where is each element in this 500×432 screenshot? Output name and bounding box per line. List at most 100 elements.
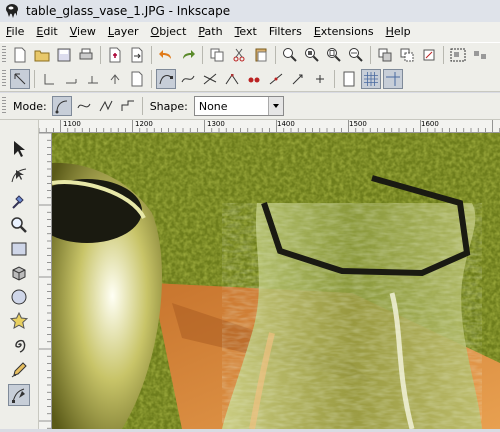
snap-grid-icon[interactable]	[361, 69, 381, 89]
tweak-tool-icon[interactable]	[8, 190, 30, 212]
snap-nodes-icon[interactable]	[156, 69, 176, 89]
toolbox	[0, 120, 39, 429]
snap-paths-icon[interactable]	[178, 69, 198, 89]
menu-help[interactable]: Help	[380, 22, 417, 42]
menu-file[interactable]: File	[0, 22, 30, 42]
group-icon[interactable]	[448, 45, 468, 65]
snap-page-border-icon[interactable]	[127, 69, 147, 89]
node-tool-icon[interactable]	[8, 164, 30, 186]
redo-icon[interactable]	[178, 45, 198, 65]
toolbar-grip[interactable]	[2, 97, 6, 115]
zoom-width-icon[interactable]	[346, 45, 366, 65]
snap-guides-icon[interactable]	[383, 69, 403, 89]
title-bar: table_glass_vase_1.JPG - Inkscape	[0, 0, 500, 22]
bezier-pen-tool-icon[interactable]	[8, 384, 30, 406]
snap-bbox-edge-icon[interactable]	[61, 69, 81, 89]
snap-smooth-nodes-icon[interactable]	[244, 69, 264, 89]
menu-path[interactable]: Path	[192, 22, 228, 42]
import-icon[interactable]	[105, 45, 125, 65]
toolbar-grip[interactable]	[2, 46, 6, 64]
menu-label: elp	[393, 25, 411, 38]
toolbar-separator	[443, 46, 444, 64]
toolbar-separator	[370, 46, 371, 64]
menu-label: ayer	[114, 25, 139, 38]
ruler-label: 1100	[63, 120, 81, 128]
open-folder-icon[interactable]	[32, 45, 52, 65]
snap-bbox-corner-icon[interactable]	[83, 69, 103, 89]
menu-label: dit	[43, 25, 58, 38]
menu-label: xtensions	[320, 25, 374, 38]
snap-path-intersection-icon[interactable]	[200, 69, 220, 89]
menu-view[interactable]: View	[64, 22, 102, 42]
snap-line-midpoints-icon[interactable]	[266, 69, 286, 89]
mode-label: Mode:	[13, 99, 47, 113]
ruler-label: 1300	[207, 120, 225, 128]
shape-select-value: None	[198, 100, 228, 113]
drawing-canvas[interactable]	[52, 133, 500, 429]
zoom-selection-icon[interactable]	[280, 45, 300, 65]
horizontal-ruler[interactable]: 1100 1200 1300 1400 1500 1600	[39, 120, 500, 133]
export-icon[interactable]	[127, 45, 147, 65]
zoom-page-icon[interactable]	[324, 45, 344, 65]
menu-filters[interactable]: Filters	[263, 22, 308, 42]
menu-label: ile	[11, 25, 25, 38]
clone-icon[interactable]	[397, 45, 417, 65]
menu-text[interactable]: Text	[229, 22, 263, 42]
ellipse-tool-icon[interactable]	[8, 286, 30, 308]
snap-cusp-nodes-icon[interactable]	[222, 69, 242, 89]
snap-rotation-center-icon[interactable]	[310, 69, 330, 89]
cut-icon[interactable]	[229, 45, 249, 65]
mode-polyline-icon[interactable]	[96, 96, 116, 116]
mode-paraxial-icon[interactable]	[118, 96, 138, 116]
toolbar-separator	[34, 70, 35, 88]
new-document-icon[interactable]	[10, 45, 30, 65]
zoom-tool-icon[interactable]	[8, 214, 30, 236]
snap-object-midpoints-icon[interactable]	[288, 69, 308, 89]
mode-spiro-icon[interactable]	[74, 96, 94, 116]
unlink-clone-icon[interactable]	[419, 45, 439, 65]
undo-icon[interactable]	[156, 45, 176, 65]
3d-box-tool-icon[interactable]	[8, 262, 30, 284]
menu-accelerator: V	[69, 25, 78, 38]
spiral-tool-icon[interactable]	[8, 334, 30, 356]
ruler-label: 1500	[349, 120, 367, 128]
selector-tool-icon[interactable]	[8, 138, 30, 160]
star-tool-icon[interactable]	[8, 310, 30, 332]
print-icon[interactable]	[76, 45, 96, 65]
toolbar-separator	[100, 46, 101, 64]
toolbar-separator	[151, 46, 152, 64]
shape-label: Shape:	[149, 99, 188, 113]
copy-icon[interactable]	[207, 45, 227, 65]
menu-label: iew	[77, 25, 96, 38]
menu-label: ath	[204, 25, 223, 38]
mode-bezier-icon[interactable]	[51, 96, 72, 116]
window-title: table_glass_vase_1.JPG - Inkscape	[26, 4, 231, 18]
pencil-tool-icon[interactable]	[8, 358, 30, 380]
photo-image	[52, 133, 500, 429]
zoom-drawing-icon[interactable]	[302, 45, 322, 65]
menu-extensions[interactable]: Extensions	[308, 22, 380, 42]
shape-select[interactable]: None	[193, 96, 284, 116]
inkscape-app-icon	[6, 4, 18, 18]
paste-icon[interactable]	[251, 45, 271, 65]
menu-layer[interactable]: Layer	[102, 22, 145, 42]
tool-controls-bar: Mode: Shape: None	[0, 93, 500, 120]
save-icon[interactable]	[54, 45, 74, 65]
snap-bbox-icon[interactable]	[39, 69, 59, 89]
toolbar-separator	[202, 46, 203, 64]
ruler-ticks	[39, 132, 51, 429]
snap-toggle-icon[interactable]	[10, 69, 30, 89]
menu-edit[interactable]: Edit	[30, 22, 63, 42]
menu-object[interactable]: Object	[145, 22, 193, 42]
chevron-down-icon[interactable]	[267, 97, 283, 115]
commands-toolbar	[0, 42, 500, 68]
duplicate-icon[interactable]	[375, 45, 395, 65]
ruler-label: 1200	[135, 120, 153, 128]
rectangle-tool-icon[interactable]	[8, 238, 30, 260]
ungroup-icon[interactable]	[470, 45, 490, 65]
snap-page-icon[interactable]	[339, 69, 359, 89]
toolbar-grip[interactable]	[2, 70, 6, 88]
snap-bbox-midpoint-icon[interactable]	[105, 69, 125, 89]
toolbar-separator	[151, 70, 152, 88]
vertical-ruler[interactable]	[39, 132, 52, 429]
